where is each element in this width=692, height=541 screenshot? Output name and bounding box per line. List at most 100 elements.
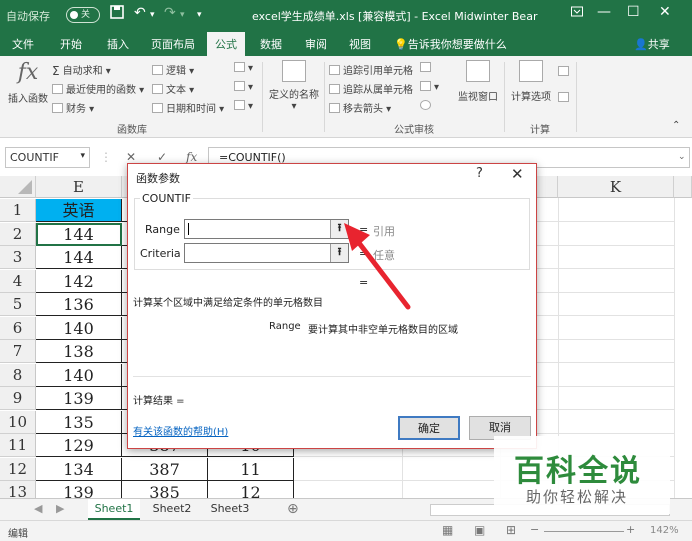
cell-e12[interactable]: 134 [36, 458, 122, 481]
text-button[interactable]: 文本 ▾ [152, 81, 194, 96]
tab-insert[interactable]: 插入 [107, 36, 129, 52]
next-sheet-icon[interactable]: ▶ [56, 502, 64, 515]
zoom-in-icon[interactable]: + [626, 523, 635, 536]
cell-f13[interactable]: 385 [122, 481, 208, 498]
datetime-button[interactable]: 日期和时间 ▾ [152, 100, 224, 115]
maximize-icon[interactable]: ☐ [627, 4, 640, 20]
tab-home[interactable]: 开始 [60, 36, 82, 52]
page-layout-view-icon[interactable]: ▣ [474, 523, 485, 537]
range-input[interactable]: ⭱ [184, 219, 349, 239]
error-checking-button[interactable]: ▾ [420, 81, 439, 93]
tab-review[interactable]: 审阅 [305, 36, 327, 52]
tab-page-layout[interactable]: 页面布局 [151, 36, 195, 52]
tab-file[interactable]: 文件 [12, 36, 34, 52]
insert-function-button[interactable]: fx 插入函数 [8, 60, 48, 105]
zoom-slider[interactable] [544, 531, 624, 532]
add-sheet-icon[interactable]: ⊕ [287, 501, 299, 517]
financial-button[interactable]: 财务 ▾ [52, 100, 94, 115]
row-header[interactable]: 10 [0, 411, 36, 434]
calc-now-button[interactable] [558, 66, 572, 78]
select-all-corner[interactable] [0, 176, 36, 198]
criteria-input[interactable]: ⭱ [184, 243, 349, 263]
watch-window-button[interactable]: 监视窗口 [455, 60, 501, 103]
row-header[interactable]: 6 [0, 317, 36, 340]
remove-arrows-button[interactable]: 移去箭头 ▾ [329, 100, 391, 115]
recent-functions-button[interactable]: 最近使用的函数 ▾ [52, 81, 144, 96]
calc-sheet-button[interactable] [558, 92, 572, 104]
row-header[interactable]: 2 [0, 223, 36, 246]
undo-dropdown-icon[interactable]: ▾ [150, 10, 155, 20]
cell-e1[interactable]: 英语 [36, 199, 122, 222]
cell-e2[interactable]: 144 [36, 223, 122, 246]
cell-e4[interactable]: 142 [36, 270, 122, 293]
expand-formula-icon[interactable]: ⌄ [678, 152, 686, 162]
row-header[interactable]: 3 [0, 246, 36, 269]
cell-e3[interactable]: 144 [36, 246, 122, 269]
tell-me-search[interactable]: 💡告诉我你想要做什么 [394, 36, 507, 52]
share-button[interactable]: 👤共享 [634, 36, 670, 52]
name-box-dropdown-icon[interactable]: ▾ [80, 151, 85, 161]
cancel-formula-icon[interactable]: ✕ [126, 150, 136, 164]
row-header[interactable]: 5 [0, 293, 36, 316]
save-icon[interactable] [110, 5, 124, 23]
lookup-button[interactable]: ▾ [234, 62, 253, 74]
cell-e8[interactable]: 140 [36, 364, 122, 387]
insert-function-fx-icon[interactable]: fx [186, 150, 197, 164]
row-header[interactable]: 7 [0, 340, 36, 363]
sheet-tab-3[interactable]: Sheet3 [202, 499, 258, 520]
trace-dependents-button[interactable]: 追踪从属单元格 [329, 81, 413, 96]
sheet-tab-1[interactable]: Sheet1 [88, 499, 140, 520]
cell-g12[interactable]: 11 [208, 458, 294, 481]
tab-formulas[interactable]: 公式 [207, 32, 245, 56]
cell-e11[interactable]: 129 [36, 434, 122, 457]
row-header[interactable]: 11 [0, 434, 36, 457]
row-header[interactable]: 9 [0, 387, 36, 410]
cell-e10[interactable]: 135 [36, 411, 122, 434]
vertical-scrollbar[interactable] [674, 176, 692, 198]
row-header[interactable]: 12 [0, 458, 36, 481]
cell-e7[interactable]: 138 [36, 340, 122, 363]
row-header[interactable]: 4 [0, 270, 36, 293]
cell-e6[interactable]: 140 [36, 317, 122, 340]
zoom-out-icon[interactable]: − [530, 523, 539, 536]
tab-data[interactable]: 数据 [260, 36, 282, 52]
calc-options-button[interactable]: 计算选项 [508, 60, 554, 103]
defined-names-button[interactable]: 定义的名称 ▾ [266, 60, 322, 112]
dialog-help-icon[interactable]: ? [476, 166, 483, 181]
tab-view[interactable]: 视图 [349, 36, 371, 52]
function-help-link[interactable]: 有关该函数的帮助(H) [133, 423, 228, 438]
cell-f12[interactable]: 387 [122, 458, 208, 481]
name-box[interactable]: COUNTIF ▾ [5, 147, 90, 168]
enter-formula-icon[interactable]: ✓ [157, 150, 167, 164]
cell-e5[interactable]: 136 [36, 293, 122, 316]
row-header[interactable]: 13 [0, 481, 36, 498]
more-functions-button[interactable]: ▾ [234, 100, 253, 112]
close-window-icon[interactable]: ✕ [659, 4, 671, 20]
page-break-view-icon[interactable]: ⊞ [506, 523, 516, 537]
undo-icon[interactable]: ↶ [134, 5, 146, 21]
prev-sheet-icon[interactable]: ◀ [34, 502, 42, 515]
dialog-close-icon[interactable]: ✕ [511, 165, 524, 183]
cell-g13[interactable]: 12 [208, 481, 294, 498]
row-header[interactable]: 1 [0, 199, 36, 222]
column-header-k[interactable]: K [558, 176, 674, 198]
row-header[interactable]: 8 [0, 364, 36, 387]
logical-button[interactable]: 逻辑 ▾ [152, 62, 194, 77]
normal-view-icon[interactable]: ▦ [442, 523, 453, 537]
sheet-tab-2[interactable]: Sheet2 [144, 499, 200, 520]
redo-dropdown-icon[interactable]: ▾ [180, 10, 185, 20]
customize-qa-icon[interactable]: ▾ [197, 10, 202, 20]
redo-icon[interactable]: ↷ [164, 5, 176, 21]
math-button[interactable]: ▾ [234, 81, 253, 93]
zoom-level[interactable]: 142% [650, 525, 679, 536]
cell-e13[interactable]: 139 [36, 481, 122, 498]
cell-e9[interactable]: 139 [36, 387, 122, 410]
evaluate-formula-button[interactable] [420, 100, 434, 112]
collapse-ribbon-icon[interactable]: ⌃ [672, 120, 680, 131]
autosum-button[interactable]: Σ 自动求和 ▾ [52, 62, 111, 78]
minimize-icon[interactable]: — [597, 4, 611, 20]
ribbon-display-icon[interactable] [570, 4, 584, 22]
show-formulas-button[interactable] [420, 62, 434, 74]
autosave-toggle[interactable]: 关 [66, 7, 100, 23]
trace-precedents-button[interactable]: 追踪引用单元格 [329, 62, 413, 77]
